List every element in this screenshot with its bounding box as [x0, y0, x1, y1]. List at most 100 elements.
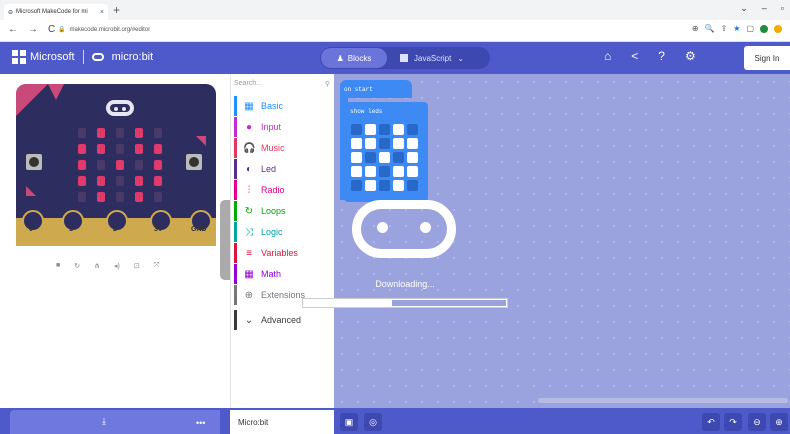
back-icon[interactable]: ← — [8, 24, 18, 35]
tab-close-icon[interactable]: × — [100, 9, 104, 16]
show-leds-cell[interactable] — [379, 152, 390, 163]
tab-search-icon[interactable]: ⌄ — [740, 3, 748, 14]
redo-button[interactable]: ↷ — [724, 413, 742, 431]
zoom-out-button[interactable]: ⊖ — [748, 413, 766, 431]
google-lens-icon[interactable]: ⊕ — [692, 24, 699, 33]
url-field[interactable]: 🔒 makecode.microbit.org/#editor — [58, 26, 151, 34]
url-text: makecode.microbit.org/#editor — [69, 26, 151, 33]
show-leds-cell[interactable] — [393, 124, 404, 135]
forward-icon[interactable]: → — [28, 24, 38, 35]
category-basic[interactable]: ▦ Basic — [234, 96, 330, 116]
new-tab-button[interactable]: + — [113, 3, 120, 17]
brand[interactable]: Microsoft micro:bit — [30, 50, 153, 64]
save-button[interactable]: ▣ — [340, 413, 358, 431]
debug-icon[interactable]: ⋔ — [94, 262, 100, 270]
show-leds-cell[interactable] — [351, 152, 362, 163]
profile-avatar[interactable] — [774, 24, 782, 33]
button-a[interactable] — [26, 154, 42, 170]
share-icon[interactable]: ⇪ — [721, 24, 728, 33]
category-label: Variables — [261, 248, 298, 258]
blocks-mode-button[interactable]: ♟ Blocks — [321, 48, 387, 68]
show-leds-cell[interactable] — [365, 152, 376, 163]
pin-0-ring[interactable] — [22, 210, 44, 232]
show-leds-cell[interactable] — [365, 180, 376, 191]
button-b[interactable] — [186, 154, 202, 170]
search-input[interactable]: Search... — [234, 80, 262, 88]
stop-icon[interactable]: ■ — [56, 262, 60, 270]
restore-icon[interactable]: ▫ — [781, 3, 784, 14]
sidebar-icon[interactable]: ▢ — [746, 24, 754, 33]
show-leds-cell[interactable] — [393, 152, 404, 163]
show-leds-cell[interactable] — [407, 138, 418, 149]
pin-label: 3V — [154, 226, 163, 233]
show-leds-cell[interactable] — [365, 124, 376, 135]
category-variables[interactable]: ≡ Variables — [234, 243, 330, 263]
led-cell — [135, 192, 143, 202]
more-options-button[interactable]: ••• — [196, 418, 205, 428]
show-leds-cell[interactable] — [379, 138, 390, 149]
show-leds-cell[interactable] — [351, 166, 362, 177]
undo-button[interactable]: ↶ — [702, 413, 720, 431]
github-button[interactable]: ◎ — [364, 413, 382, 431]
screenshot-icon[interactable]: ⊡ — [134, 262, 140, 270]
browser-tab[interactable]: ⊖ Microsoft MakeCode for mi × — [4, 4, 108, 20]
restart-icon[interactable]: ↻ — [74, 262, 80, 270]
help-icon[interactable]: ? — [658, 49, 665, 63]
on-start-block[interactable]: on start — [340, 80, 412, 98]
category-advanced[interactable]: ⌄ Advanced — [234, 310, 330, 330]
chevron-down-icon[interactable]: ⌄ — [457, 54, 464, 63]
show-leds-cell[interactable] — [407, 180, 418, 191]
project-name-input[interactable]: Micro:bit — [230, 410, 334, 434]
share-icon[interactable]: < — [631, 49, 638, 63]
home-icon[interactable]: ⌂ — [604, 49, 611, 63]
download-button[interactable]: ⤓ — [10, 410, 220, 434]
category-loops[interactable]: ↻ Loops — [234, 201, 330, 221]
show-leds-cell[interactable] — [351, 138, 362, 149]
toolbox-search[interactable]: Search... ⚲ — [234, 80, 330, 88]
extension-icon[interactable] — [760, 24, 768, 33]
category-radio[interactable]: ⫶ Radio — [234, 180, 330, 200]
show-leds-cell[interactable] — [407, 124, 418, 135]
browser-toolbar-icons: ⊕ 🔍 ⇪ ★ ▢ — [692, 24, 782, 33]
simulator-collapse-handle[interactable] — [220, 200, 230, 280]
category-logic[interactable]: ⤨ Logic — [234, 222, 330, 242]
workspace-scrollbar[interactable] — [538, 398, 788, 403]
show-leds-cell[interactable] — [365, 138, 376, 149]
reload-icon[interactable]: C — [48, 24, 55, 35]
show-leds-cell[interactable] — [351, 124, 362, 135]
fullscreen-icon[interactable]: ⤧ — [154, 262, 160, 270]
category-math[interactable]: ▦ Math — [234, 264, 330, 284]
category-icon: ≡ — [246, 247, 252, 259]
show-leds-cell[interactable] — [407, 152, 418, 163]
show-leds-cell[interactable] — [351, 180, 362, 191]
javascript-mode-button[interactable]: JavaScript ⌄ — [400, 48, 484, 68]
category-music[interactable]: 🎧 Music — [234, 138, 330, 158]
bookmark-star-icon[interactable]: ★ — [733, 24, 740, 33]
touch-logo-icon[interactable] — [106, 100, 134, 116]
led-cell — [78, 160, 86, 170]
show-leds-cell[interactable] — [365, 166, 376, 177]
category-input[interactable]: ● Input — [234, 117, 330, 137]
minimize-icon[interactable]: – — [762, 3, 767, 14]
zoom-icon[interactable]: 🔍 — [705, 24, 715, 33]
category-color-bar — [234, 96, 237, 116]
gear-icon[interactable]: ⚙ — [685, 49, 696, 63]
pin-1-ring[interactable] — [62, 210, 84, 232]
show-leds-cell[interactable] — [379, 180, 390, 191]
lock-icon: 🔒 — [58, 27, 66, 33]
show-leds-cell[interactable] — [407, 166, 418, 177]
downloading-logo-icon — [352, 200, 456, 258]
led-cell — [97, 176, 105, 186]
zoom-in-button[interactable]: ⊕ — [770, 413, 788, 431]
show-leds-cell[interactable] — [393, 138, 404, 149]
pin-2-ring[interactable] — [106, 210, 128, 232]
sign-in-button[interactable]: Sign In — [744, 46, 790, 70]
led-cell — [154, 176, 162, 186]
category-led[interactable]: ◐ Led — [234, 159, 330, 179]
show-leds-cell[interactable] — [393, 166, 404, 177]
show-leds-cell[interactable] — [393, 180, 404, 191]
mute-icon[interactable]: ◂) — [114, 262, 120, 270]
show-leds-cell[interactable] — [379, 124, 390, 135]
show-leds-cell[interactable] — [379, 166, 390, 177]
progress-fill — [303, 299, 392, 307]
